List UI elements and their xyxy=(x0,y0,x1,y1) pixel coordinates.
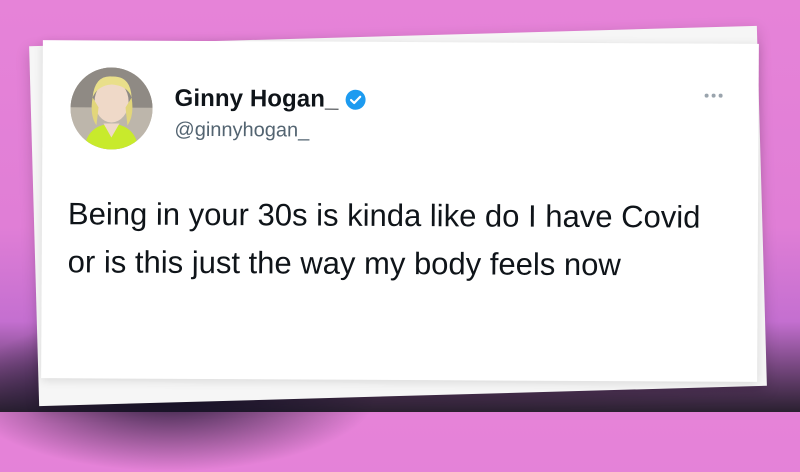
user-handle[interactable]: @ginnyhogan_ xyxy=(174,119,309,143)
profile-photo-icon xyxy=(70,67,153,150)
verified-badge-icon xyxy=(344,89,366,111)
tweet-card[interactable]: Ginny Hogan_ @ginnyhogan_ Being in your … xyxy=(41,40,759,382)
avatar[interactable] xyxy=(70,67,153,150)
more-options-icon[interactable] xyxy=(704,93,723,98)
tweet-text: Being in your 30s is kinda like do I hav… xyxy=(67,196,701,283)
display-name[interactable]: Ginny Hogan_ xyxy=(175,85,339,114)
